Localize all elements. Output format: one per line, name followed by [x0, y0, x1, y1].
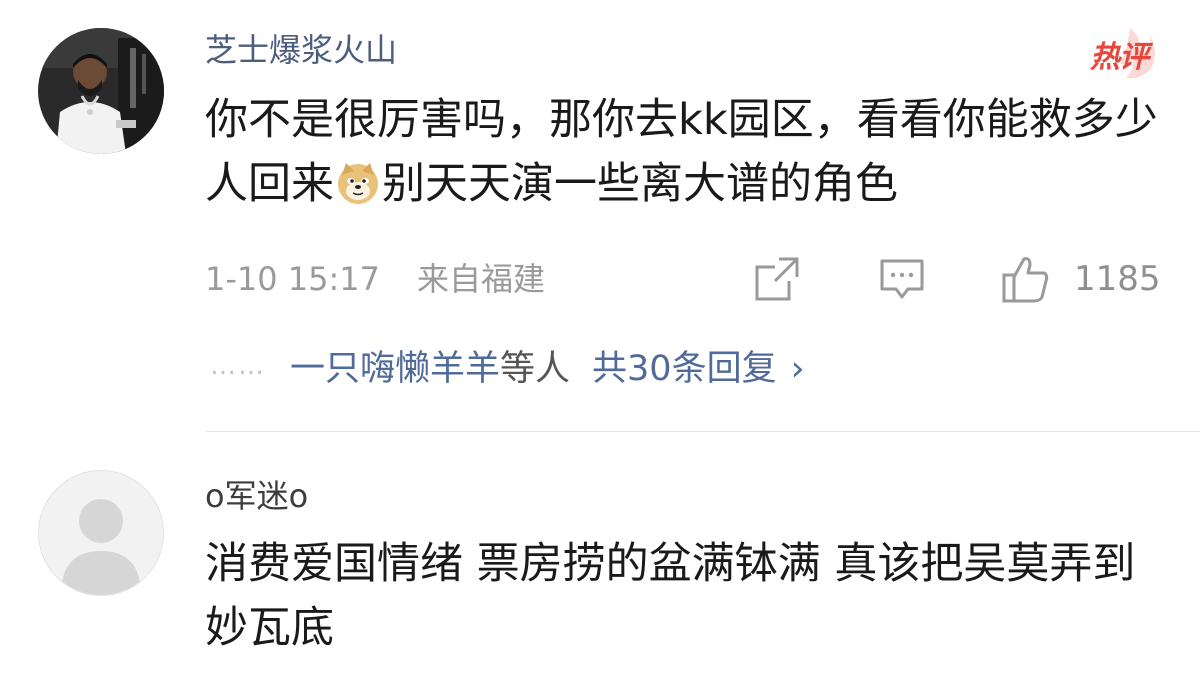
comment-item: 芝士爆浆火山 热评 你不是很厉害吗，那你去kk园区，看看你能救多少人回来 别天天…	[0, 0, 1200, 432]
share-button[interactable]	[753, 252, 801, 306]
comment-text: 你不是很厉害吗，那你去kk园区，看看你能救多少人回来 别天天演一些离大谱的角色	[205, 88, 1165, 216]
share-icon	[755, 257, 799, 301]
chevron-right-icon: ›	[790, 349, 805, 389]
like-count: 1185	[1074, 259, 1161, 299]
replies-ellipsis: ……	[210, 351, 266, 381]
reply-username[interactable]: 一只嗨懒羊羊	[290, 349, 500, 389]
doge-emoji-icon	[338, 163, 378, 204]
comment-item: o军迷o 消费爱国情绪 票房捞的盆满钵满 真该把吴莫弄到妙瓦底	[0, 432, 1200, 675]
comment-text-part: 别天天演一些离大谱的角色	[382, 159, 898, 209]
avatar[interactable]	[38, 28, 164, 154]
hot-comment-badge: 热评	[1060, 24, 1160, 80]
comment-time: 1-10 15:17	[205, 260, 381, 298]
username[interactable]: o军迷o	[205, 476, 308, 516]
username[interactable]: 芝士爆浆火山	[205, 30, 397, 70]
reply-etc-text: 等人	[500, 349, 571, 389]
reply-count[interactable]: 共30条回复	[592, 349, 777, 389]
replies-link[interactable]: …… 一只嗨懒羊羊等人 共30条回复 ›	[210, 338, 805, 394]
default-avatar-icon	[39, 471, 163, 595]
reply-button[interactable]	[878, 252, 926, 306]
thumbs-up-icon	[1002, 257, 1049, 303]
comment-text: 消费爱国情绪 票房捞的盆满钵满 真该把吴莫弄到妙瓦底	[205, 539, 1136, 653]
comment-meta: 1-10 15:17 来自福建 1185	[205, 252, 1165, 306]
hot-badge-label: 热评	[1090, 40, 1149, 75]
avatar[interactable]	[38, 470, 164, 596]
comment-icon	[880, 259, 924, 299]
like-button[interactable]: 1185	[1000, 252, 1161, 306]
comment-region: 来自福建	[417, 260, 546, 298]
comment-list: 芝士爆浆火山 热评 你不是很厉害吗，那你去kk园区，看看你能救多少人回来 别天天…	[0, 0, 1200, 675]
